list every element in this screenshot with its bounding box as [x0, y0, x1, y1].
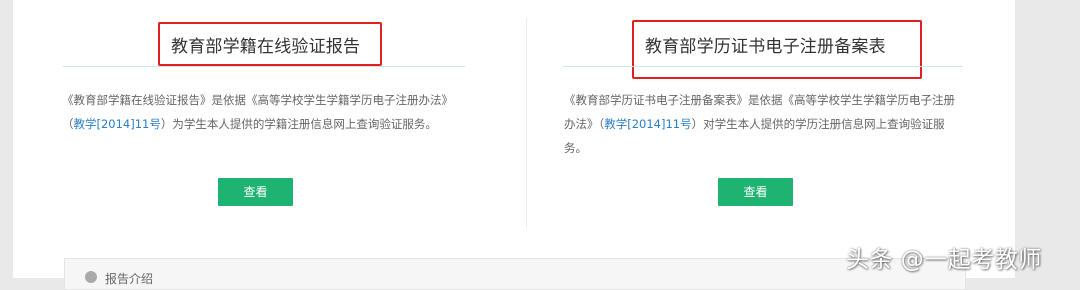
highlight-box: [632, 20, 922, 79]
title-underline: [563, 66, 963, 67]
policy-link[interactable]: 教学[2014]11号: [74, 117, 161, 131]
view-button[interactable]: 查看: [218, 178, 293, 206]
card-divider: [526, 18, 527, 228]
title-underline: [63, 66, 465, 67]
section-label: 报告介绍: [105, 272, 154, 286]
view-button[interactable]: 查看: [718, 178, 793, 206]
content-panel: 教育部学籍在线验证报告 《教育部学籍在线验证报告》是依据《高等学校学生学籍学历电…: [13, 0, 1015, 278]
card-description: 《教育部学历证书电子注册备案表》是依据《高等学校学生学籍学历电子注册办法》（教学…: [564, 88, 966, 160]
desc-text: ）为学生本人提供的学籍注册信息网上查询验证服务。: [160, 117, 437, 131]
info-icon: [85, 271, 97, 283]
report-intro-section: 报告介绍: [64, 258, 966, 290]
policy-link[interactable]: 教学[2014]11号: [604, 117, 691, 131]
highlight-box: [158, 22, 382, 66]
watermark: 头条 @一起考教师: [846, 247, 1042, 273]
card-description: 《教育部学籍在线验证报告》是依据《高等学校学生学籍学历电子注册办法》（教学[20…: [62, 88, 466, 136]
